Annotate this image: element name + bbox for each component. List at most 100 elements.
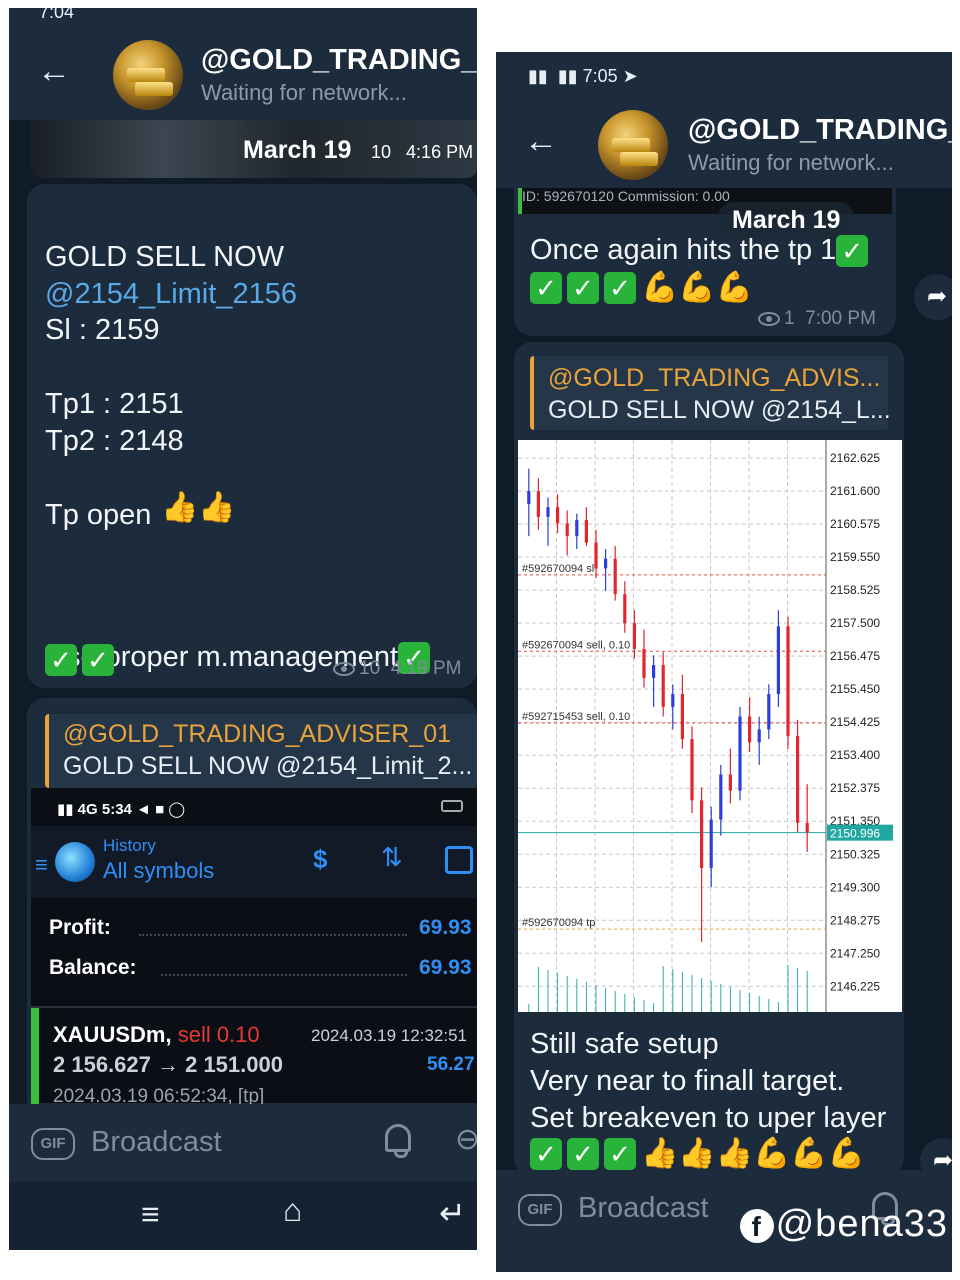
balance-value: 69.93 — [419, 956, 472, 979]
media-meta: 10 4:16 PM — [371, 142, 474, 162]
y-tick-label: 2155.450 — [830, 682, 880, 696]
msg-line-3: Set breakeven to uper layer — [530, 1102, 887, 1134]
facebook-watermark: f @bena33 — [739, 1203, 948, 1246]
candle-body — [700, 800, 704, 868]
home-icon[interactable]: ⌂ — [283, 1192, 302, 1229]
gif-button[interactable]: GIF — [31, 1128, 75, 1160]
status-bar: ▮▮ ▮▮ 7:05 ➤ — [528, 66, 638, 86]
candle-body — [776, 626, 780, 695]
candle-body — [757, 729, 761, 743]
chat-header: ▮▮ ▮▮ 7:05 ➤ ← @GOLD_TRADING_A Waiting f… — [496, 52, 952, 188]
candle-body — [546, 507, 550, 517]
reply-author: @GOLD_TRADING_ADVISER_01 — [63, 720, 452, 748]
channel-avatar[interactable] — [113, 40, 183, 110]
message-text: GOLD SELL NOW @2154_Limit_2156 — [45, 241, 297, 310]
message-bubble-2[interactable]: @GOLD_TRADING_ADVIS... GOLD SELL NOW @21… — [514, 342, 904, 1176]
price-mention-link[interactable]: @2154_Limit_2156 — [45, 278, 297, 310]
message-text-2: Still safe setup Very near to finall tar… — [530, 1026, 902, 1137]
y-tick-label: 2162.625 — [830, 451, 880, 465]
order-level-label: #592715453 sell, 0.10 — [522, 711, 630, 723]
candle-body — [565, 523, 569, 537]
candle-body — [671, 694, 675, 707]
candle-body — [652, 665, 656, 678]
metatrader-screenshot[interactable]: ▮▮ 4G 5:34 ◄ ■ ◯ ≡ History All symbols $… — [31, 788, 477, 1108]
candle-body — [738, 716, 742, 791]
broadcast-input[interactable]: Broadcast — [578, 1192, 709, 1225]
channel-title[interactable]: @GOLD_TRADING_A — [688, 114, 952, 147]
eye-icon — [758, 311, 780, 326]
message-meta: 1 7:00 PM — [758, 308, 876, 330]
back-arrow-icon[interactable]: ← — [37, 52, 71, 91]
broadcast-input[interactable]: Broadcast — [91, 1126, 222, 1159]
attach-icon[interactable]: ⊘ — [446, 1118, 477, 1161]
candle-body — [584, 520, 588, 543]
recent-apps-icon[interactable]: ≡ — [141, 1196, 160, 1233]
message-body: Sl : 2159 Tp1 : 2151 Tp2 : 2148 Tp open — [45, 314, 184, 531]
channel-avatar[interactable] — [598, 110, 668, 180]
y-tick-label: 2147.250 — [830, 946, 880, 960]
candle-body — [604, 558, 608, 569]
message-bubble[interactable]: ID: 592670120 Commission: 0.00 March 19 … — [514, 182, 896, 336]
check-flex-emojis: ✓ ✓ ✓ 💪💪💪 — [530, 270, 753, 305]
y-tick-label: 2157.500 — [830, 616, 880, 630]
channel-title[interactable]: @GOLD_TRADING_AD — [201, 44, 477, 77]
message-bubble[interactable]: GOLD SELL NOW @2154_Limit_2156 Sl : 2159… — [27, 184, 477, 688]
share-icon[interactable]: ➦ — [914, 274, 952, 320]
reply-author: @GOLD_TRADING_ADVIS... — [548, 364, 881, 392]
candle-body — [594, 542, 598, 569]
order-level-label: #592670094 sell, 0.10 — [522, 639, 630, 651]
menu-icon[interactable]: ≡ — [35, 852, 48, 878]
profit-value: 69.93 — [419, 916, 472, 939]
candle-body — [719, 774, 723, 820]
candle-body — [536, 491, 540, 517]
deal-profit: 56.27 — [427, 1054, 475, 1075]
gif-button[interactable]: GIF — [518, 1194, 562, 1226]
candle-body — [527, 491, 531, 504]
y-tick-label: 2146.225 — [830, 979, 880, 993]
check-emojis: ✓ ✓ — [45, 644, 119, 676]
deal-marker — [31, 1008, 39, 1108]
message-text: Once again hits the tp 1 ✓ — [530, 232, 900, 269]
candle-body — [728, 774, 732, 791]
reply-quote[interactable]: @GOLD_TRADING_ADVIS... GOLD SELL NOW @21… — [530, 356, 891, 430]
channel-status: Waiting for network... — [201, 80, 407, 105]
reply-quote[interactable]: @GOLD_TRADING_ADVISER_01 GOLD SELL NOW @… — [45, 714, 477, 788]
candle-body — [748, 716, 752, 743]
candle-body — [642, 648, 646, 678]
candle-body — [575, 520, 579, 537]
currency-icon[interactable]: $ — [313, 844, 327, 875]
deal-datetime: 2024.03.19 12:32:51 — [311, 1026, 467, 1045]
calendar-icon[interactable] — [445, 846, 473, 874]
bell-icon[interactable] — [385, 1124, 411, 1158]
order-level-label: #592670094 tp — [522, 917, 595, 929]
back-arrow-icon[interactable]: ← — [524, 122, 558, 161]
all-symbols-dropdown[interactable]: All symbols — [103, 858, 214, 884]
y-tick-label: 2152.375 — [830, 781, 880, 795]
deal-symbol: XAUUSDm, sell 0.10 — [53, 1022, 260, 1047]
y-tick-label: 2148.275 — [830, 913, 880, 927]
candle-body — [805, 822, 809, 833]
price-chart[interactable]: 2162.625 2161.600 2160.575 2159.550 2158.525… — [518, 440, 902, 1012]
media-date: March 19 — [243, 136, 352, 164]
media-preview[interactable]: March 19 10 4:16 PM — [31, 120, 477, 178]
reply-text: GOLD SELL NOW @2154_Limit_2... — [63, 752, 473, 780]
profit-dots — [139, 934, 407, 936]
y-tick-label: 2154.425 — [830, 715, 880, 729]
right-screenshot: ▮▮ ▮▮ 7:05 ➤ ← @GOLD_TRADING_A Waiting f… — [496, 52, 952, 1272]
left-screenshot: 7:04 ← @GOLD_TRADING_AD Waiting for netw… — [9, 8, 477, 1250]
y-tick-label: 2149.300 — [830, 880, 880, 894]
sort-icon[interactable]: ⇅ — [381, 842, 403, 873]
y-tick-label: 2156.475 — [830, 649, 880, 663]
check-emoji-row: ✓ ✓ ✓ 👍👍👍💪💪💪 — [530, 1136, 865, 1171]
nav-back-icon[interactable]: ↵ — [439, 1194, 466, 1232]
balance-dots — [161, 974, 407, 976]
divider — [31, 1006, 477, 1008]
mt-status-bar: ▮▮ 4G 5:34 ◄ ■ ◯ — [57, 801, 186, 818]
balance-label: Balance: — [49, 956, 137, 979]
deal-prices: 2 156.627 → 2 151.000 — [53, 1052, 283, 1077]
y-tick-label: 2159.550 — [830, 550, 880, 564]
candle-body — [613, 558, 617, 595]
message-meta: 10 4:19 PM — [333, 658, 461, 680]
candle-body — [709, 819, 713, 868]
y-tick-label: 2158.525 — [830, 583, 880, 597]
